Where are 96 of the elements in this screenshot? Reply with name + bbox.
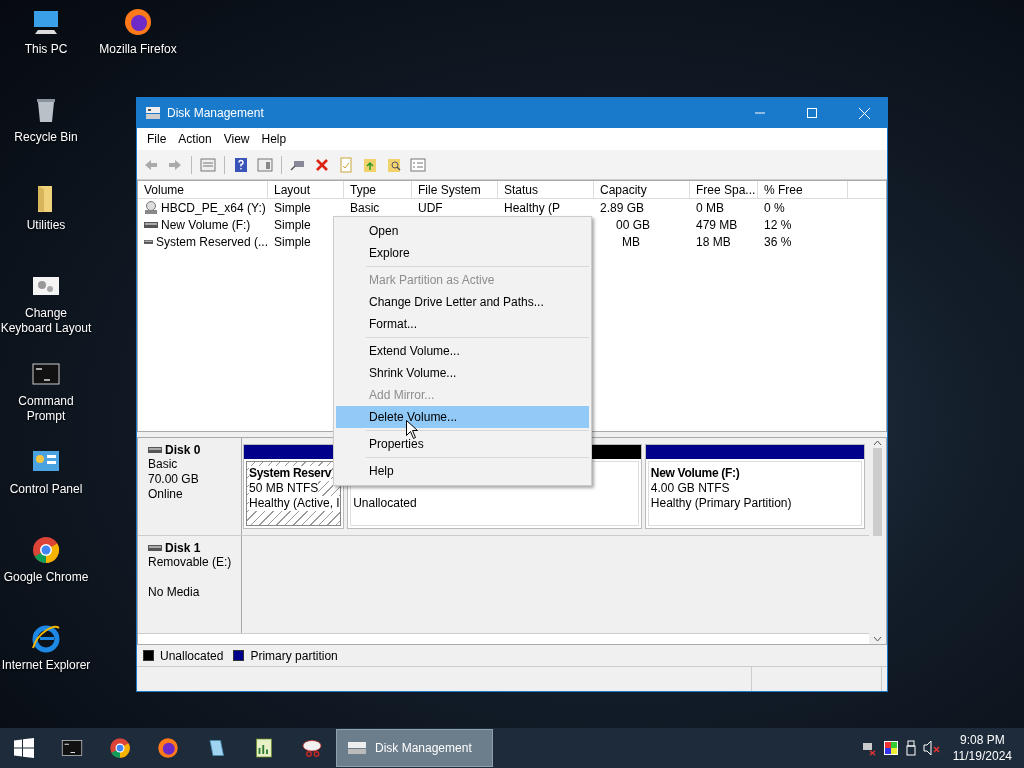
disk-size: 70.00 GB: [148, 472, 200, 487]
partition-title: System Reserv: [249, 466, 332, 481]
color-grid-icon[interactable]: [882, 740, 899, 756]
desktop-icon-label[interactable]: Internet Explorer: [1, 658, 91, 673]
context-menu-item[interactable]: Format...: [336, 313, 589, 335]
close-icon: [314, 156, 330, 173]
table-cell: Healthy (P: [504, 200, 561, 215]
partition[interactable]: System Reserv 50 MB NTFS Healthy (Active, I: [243, 444, 345, 529]
table-cell: UDF: [418, 200, 443, 215]
scroll-down-icon[interactable]: [873, 636, 882, 642]
column-header[interactable]: % Free: [758, 181, 848, 198]
window-title: Disk Management: [167, 106, 265, 120]
partition-title: New Volume (F:): [650, 466, 740, 481]
table-cell: Simple: [274, 234, 311, 249]
legend-label: Unallocated: [160, 648, 224, 663]
legend-label: Primary partition: [250, 648, 338, 663]
scrollbar[interactable]: [869, 438, 886, 644]
menu-item[interactable]: File: [141, 132, 173, 146]
table-cell: 479 MB: [696, 217, 738, 232]
disk-status: No Media: [148, 585, 201, 600]
column-header[interactable]: Capacity: [594, 181, 690, 198]
table-cell: 2.89 GB: [600, 200, 645, 215]
context-menu-item[interactable]: Open: [336, 220, 589, 242]
partition-info: 50 MB NTFS: [249, 481, 319, 496]
muted-speaker-icon[interactable]: [922, 740, 941, 756]
table-cell: 18 MB: [696, 234, 731, 249]
clock-date[interactable]: 11/19/2024: [952, 748, 1012, 764]
menu-item[interactable]: View: [217, 132, 256, 146]
maximize-icon: [807, 108, 817, 118]
desktop-icon-label[interactable]: Recycle Bin: [14, 130, 78, 145]
context-menu-item[interactable]: Change Drive Letter and Paths...: [336, 291, 589, 313]
usb-icon[interactable]: [904, 740, 917, 756]
desktop-icon-label[interactable]: Change Keyboard Layout: [0, 306, 92, 336]
table-cell: New Volume (F:): [161, 217, 251, 232]
table-cell: 12 %: [764, 217, 792, 232]
close-icon: [858, 107, 870, 119]
table-cell: MB: [622, 234, 640, 249]
disk-type: Basic: [148, 457, 179, 472]
folder-up-icon: [362, 156, 378, 173]
table-cell: 0 MB: [696, 200, 724, 215]
drive-icon: [144, 200, 158, 215]
table-cell: 36 %: [764, 234, 792, 249]
chrome-icon: [30, 534, 62, 566]
column-header[interactable]: Volume: [138, 181, 268, 198]
partition-info: Healthy (Primary Partition): [650, 496, 792, 511]
column-header[interactable]: Layout: [268, 181, 344, 198]
table-cell: Simple: [274, 217, 311, 232]
partition-info: Healthy (Active, I: [249, 496, 340, 511]
desktop-icon-label[interactable]: This PC: [24, 42, 68, 57]
table-cell: 0 %: [764, 200, 785, 215]
drive-icon: [144, 238, 153, 245]
desktop-icon-label[interactable]: Mozilla Firefox: [99, 42, 177, 57]
column-header[interactable]: Type: [344, 181, 412, 198]
desktop-icon-label[interactable]: Utilities: [26, 218, 66, 233]
desktop-icon-label[interactable]: Control Panel: [9, 482, 83, 497]
table-cell: Simple: [274, 200, 311, 215]
context-menu-item[interactable]: Extend Volume...: [336, 340, 589, 362]
taskbar-window-button[interactable]: Disk Management: [336, 729, 493, 767]
table-cell: HBCD_PE_x64 (Y:): [161, 200, 266, 215]
chrome-icon: [108, 736, 132, 760]
check-document-icon: [338, 156, 354, 173]
context-menu-item[interactable]: Delete Volume...: [336, 406, 589, 428]
drive-icon: [148, 545, 162, 551]
scrollbar-thumb[interactable]: [873, 448, 882, 536]
disk-status: Online: [148, 487, 184, 502]
table-cell: 00 GB: [616, 217, 651, 232]
context-menu-item[interactable]: Explore: [336, 242, 589, 264]
minimize-icon: [755, 112, 765, 114]
context-menu-item[interactable]: Shrink Volume...: [336, 362, 589, 384]
column-header[interactable]: Status: [498, 181, 594, 198]
list-view-icon: [200, 156, 216, 173]
four-panes-icon: [14, 738, 34, 758]
drive-icon: [144, 221, 158, 228]
menu-item[interactable]: Action: [172, 132, 218, 146]
table-cell: System Reserved (...: [155, 234, 268, 249]
clock-time[interactable]: 9:08 PM: [960, 732, 1005, 748]
table-cell: Basic: [350, 200, 380, 215]
partition[interactable]: New Volume (F:) 4.00 GB NTFS Healthy (Primary Partition): [644, 444, 865, 529]
network-icon[interactable]: [860, 740, 877, 756]
drive-icon: [148, 447, 162, 453]
folder-search-icon: [386, 156, 402, 173]
column-header[interactable]: File System: [412, 181, 498, 198]
disk-drive-icon: [145, 106, 161, 120]
desktop-icon-label[interactable]: Command Prompt: [0, 394, 92, 424]
disk-name: Disk 0: [165, 443, 201, 457]
scroll-up-icon[interactable]: [873, 440, 882, 446]
disk-drive-icon: [347, 740, 367, 756]
properties-icon: [410, 156, 426, 173]
panel-view-icon: [257, 156, 273, 173]
help-icon: [233, 156, 249, 173]
disk-type: Removable (E:): [148, 555, 233, 570]
mouse-cursor-icon: [406, 420, 418, 439]
disk-name: Disk 1: [165, 541, 201, 555]
column-header[interactable]: Free Spa...: [690, 181, 758, 198]
menu-item[interactable]: Help: [255, 132, 293, 146]
desktop-icon-label[interactable]: Google Chrome: [3, 570, 89, 585]
